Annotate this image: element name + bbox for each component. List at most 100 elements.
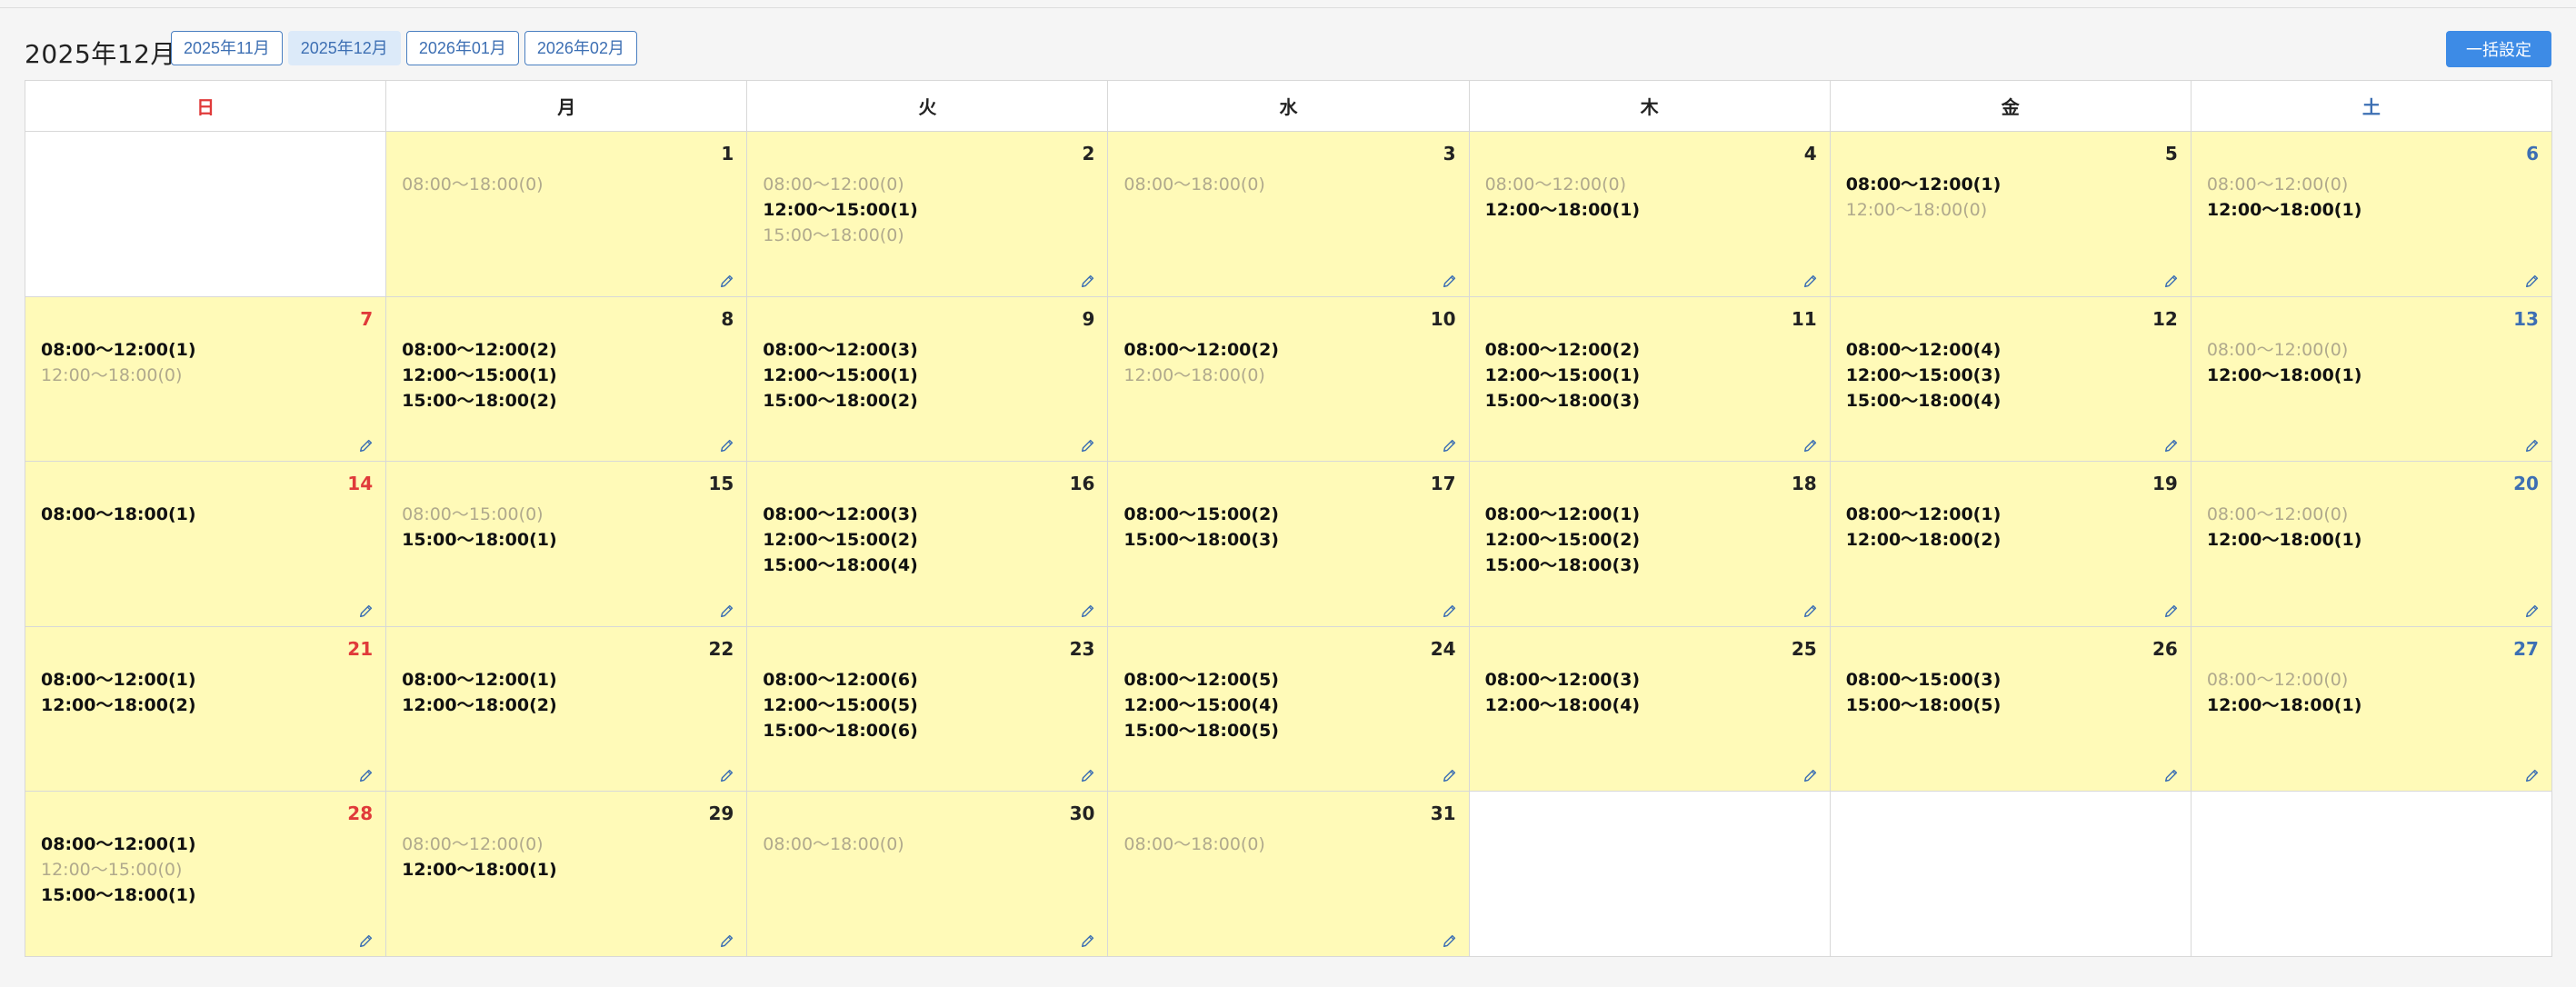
time-slot: 08:00〜12:00(2) (1123, 339, 1279, 360)
day-number: 8 (721, 307, 734, 330)
pencil-icon[interactable] (1080, 603, 1096, 619)
calendar-day-cell: 31 08:00〜18:00(0) (1108, 792, 1470, 957)
time-slot: 08:00〜12:00(0) (2206, 339, 2349, 360)
time-slot: 08:00〜12:00(3) (763, 504, 918, 525)
time-slot: 12:00〜15:00(3) (1845, 364, 2002, 385)
pencil-icon[interactable] (2163, 603, 2180, 619)
pencil-icon[interactable] (719, 603, 735, 619)
time-slot-list: 08:00〜12:00(3) 12:00〜15:00(2) 15:00〜18:00(… (763, 502, 918, 578)
time-slot: 08:00〜12:00(3) (763, 339, 918, 360)
day-number: 26 (2152, 637, 2178, 660)
pencil-icon[interactable] (719, 767, 735, 783)
tab-2025-11[interactable]: 2025年11月 (171, 31, 283, 65)
time-slot: 08:00〜12:00(2) (402, 339, 557, 360)
time-slot: 15:00〜18:00(1) (41, 885, 196, 906)
calendar-day-cell: 18 08:00〜12:00(1) 12:00〜15:00(2) 15:00〜18:0… (1469, 462, 1831, 627)
time-slot-list: 08:00〜12:00(0) 12:00〜18:00(1) (1485, 172, 1641, 223)
pencil-icon[interactable] (2163, 767, 2180, 783)
pencil-icon[interactable] (1802, 603, 1819, 619)
time-slot-list: 08:00〜18:00(0) (1123, 172, 1264, 197)
time-slot-list: 08:00〜12:00(5) 12:00〜15:00(4) 15:00〜18:00(… (1123, 667, 1279, 743)
pencil-icon[interactable] (2524, 437, 2541, 454)
pencil-icon[interactable] (1442, 603, 1458, 619)
time-slot: 08:00〜12:00(0) (763, 174, 904, 194)
calendar-empty-cell (25, 132, 387, 297)
pencil-icon[interactable] (2524, 273, 2541, 289)
time-slot: 08:00〜12:00(1) (41, 834, 196, 855)
pencil-icon[interactable] (358, 932, 374, 949)
tab-2026-02[interactable]: 2026年02月 (524, 31, 637, 65)
day-number: 21 (347, 637, 374, 660)
day-number: 12 (2152, 307, 2178, 330)
calendar-day-cell: 11 08:00〜12:00(2) 12:00〜15:00(1) 15:00〜18:0… (1469, 296, 1831, 463)
time-slot-list: 08:00〜12:00(1) 12:00〜18:00(2) (41, 667, 196, 718)
time-slot: 08:00〜15:00(3) (1845, 669, 2002, 690)
pencil-icon[interactable] (1080, 273, 1096, 289)
calendar-day-cell: 25 08:00〜12:00(3) 12:00〜18:00(4) (1469, 626, 1831, 793)
day-number: 30 (1069, 803, 1095, 825)
pencil-icon[interactable] (2524, 767, 2541, 783)
pencil-icon[interactable] (1442, 767, 1458, 783)
pencil-icon[interactable] (719, 437, 735, 454)
time-slot: 12:00〜18:00(1) (1484, 200, 1641, 220)
day-number: 24 (1430, 637, 1456, 660)
day-number: 17 (1430, 473, 1456, 495)
pencil-icon[interactable] (1802, 767, 1819, 783)
pencil-icon[interactable] (358, 767, 374, 783)
day-number: 23 (1069, 637, 1095, 660)
pencil-icon[interactable] (2163, 273, 2180, 289)
pencil-icon[interactable] (719, 932, 735, 949)
day-number: 22 (708, 637, 734, 660)
time-slot: 12:00〜18:00(2) (402, 694, 557, 715)
day-number: 7 (360, 307, 374, 330)
pencil-icon[interactable] (1442, 932, 1458, 949)
tab-2026-01[interactable]: 2026年01月 (405, 31, 519, 65)
time-slot: 15:00〜18:00(3) (1123, 530, 1279, 551)
calendar-day-cell: 8 08:00〜12:00(2) 12:00〜15:00(1) 15:00〜18:00… (386, 296, 748, 463)
pencil-icon[interactable] (2524, 603, 2541, 619)
time-slot: 15:00〜18:00(2) (763, 390, 918, 411)
pencil-icon[interactable] (1802, 437, 1819, 454)
calendar-day-cell: 7 08:00〜12:00(1) 12:00〜18:00(0) (25, 296, 387, 463)
calendar-grid: 日 月 火 水 木 金 土 1 08:00〜18:00(0) 2 08:00〜12:0… (25, 80, 2552, 957)
tab-2025-12[interactable]: 2025年12月 (287, 31, 401, 65)
time-slot: 08:00〜18:00(0) (402, 174, 544, 194)
time-slot-list: 08:00〜18:00(1) (41, 502, 196, 527)
calendar-day-cell: 19 08:00〜12:00(1) 12:00〜18:00(2) (1830, 462, 2192, 627)
day-number: 18 (1791, 473, 1817, 495)
time-slot-list: 08:00〜12:00(0) 12:00〜15:00(1) 15:00〜18:00(… (763, 172, 918, 248)
time-slot: 08:00〜18:00(0) (763, 834, 904, 855)
weekday-sat: 土 (2191, 81, 2552, 132)
pencil-icon[interactable] (358, 603, 374, 619)
bulk-settings-button[interactable]: 一括設定 (2446, 31, 2551, 67)
calendar-day-cell: 1 08:00〜18:00(0) (386, 132, 748, 297)
time-slot-list: 08:00〜12:00(0) 12:00〜18:00(1) (402, 832, 557, 882)
time-slot: 12:00〜18:00(1) (2206, 530, 2362, 551)
pencil-icon[interactable] (2163, 437, 2180, 454)
weekday-fri: 金 (1830, 81, 2192, 132)
pencil-icon[interactable] (1080, 437, 1096, 454)
pencil-icon[interactable] (1442, 437, 1458, 454)
pencil-icon[interactable] (1442, 273, 1458, 289)
weekday-mon: 月 (386, 81, 748, 132)
page-title: 2025年12月 (25, 39, 176, 69)
pencil-icon[interactable] (1802, 273, 1819, 289)
time-slot-list: 08:00〜12:00(0) 12:00〜18:00(1) (2207, 667, 2362, 718)
calendar-day-cell: 13 08:00〜12:00(0) 12:00〜18:00(1) (2191, 296, 2552, 463)
time-slot-list: 08:00〜12:00(0) 12:00〜18:00(1) (2207, 502, 2362, 553)
time-slot-list: 08:00〜18:00(0) (1123, 832, 1264, 857)
time-slot: 15:00〜18:00(6) (763, 720, 918, 741)
pencil-icon[interactable] (719, 273, 735, 289)
time-slot: 12:00〜15:00(1) (402, 364, 557, 385)
calendar-empty-cell (2191, 792, 2552, 957)
calendar-day-cell: 30 08:00〜18:00(0) (747, 792, 1109, 957)
time-slot: 08:00〜12:00(3) (1484, 669, 1641, 690)
pencil-icon[interactable] (1080, 767, 1096, 783)
calendar-day-cell: 24 08:00〜12:00(5) 12:00〜15:00(4) 15:00〜18:0… (1108, 626, 1470, 793)
time-slot: 08:00〜15:00(2) (1123, 504, 1279, 525)
calendar-day-cell: 5 08:00〜12:00(1) 12:00〜18:00(0) (1830, 132, 2192, 297)
pencil-icon[interactable] (358, 437, 374, 454)
pencil-icon[interactable] (1080, 932, 1096, 949)
time-slot: 08:00〜12:00(2) (1484, 339, 1641, 360)
time-slot: 08:00〜12:00(0) (2206, 669, 2349, 690)
